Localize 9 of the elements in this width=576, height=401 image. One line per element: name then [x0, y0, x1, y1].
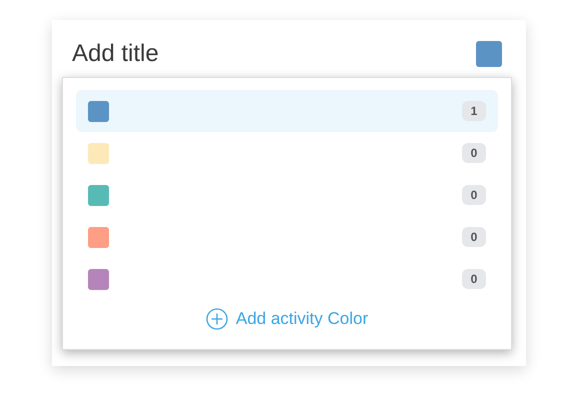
count-badge: 0: [462, 143, 486, 163]
color-option[interactable]: 1: [76, 90, 498, 132]
count-badge: 0: [462, 185, 486, 205]
title-field[interactable]: Add title: [72, 36, 372, 72]
count-badge: 0: [462, 227, 486, 247]
plus-circle-icon: [206, 308, 228, 330]
count-badge: 0: [462, 269, 486, 289]
count-badge: 1: [462, 101, 486, 121]
color-swatch[interactable]: [476, 41, 502, 67]
